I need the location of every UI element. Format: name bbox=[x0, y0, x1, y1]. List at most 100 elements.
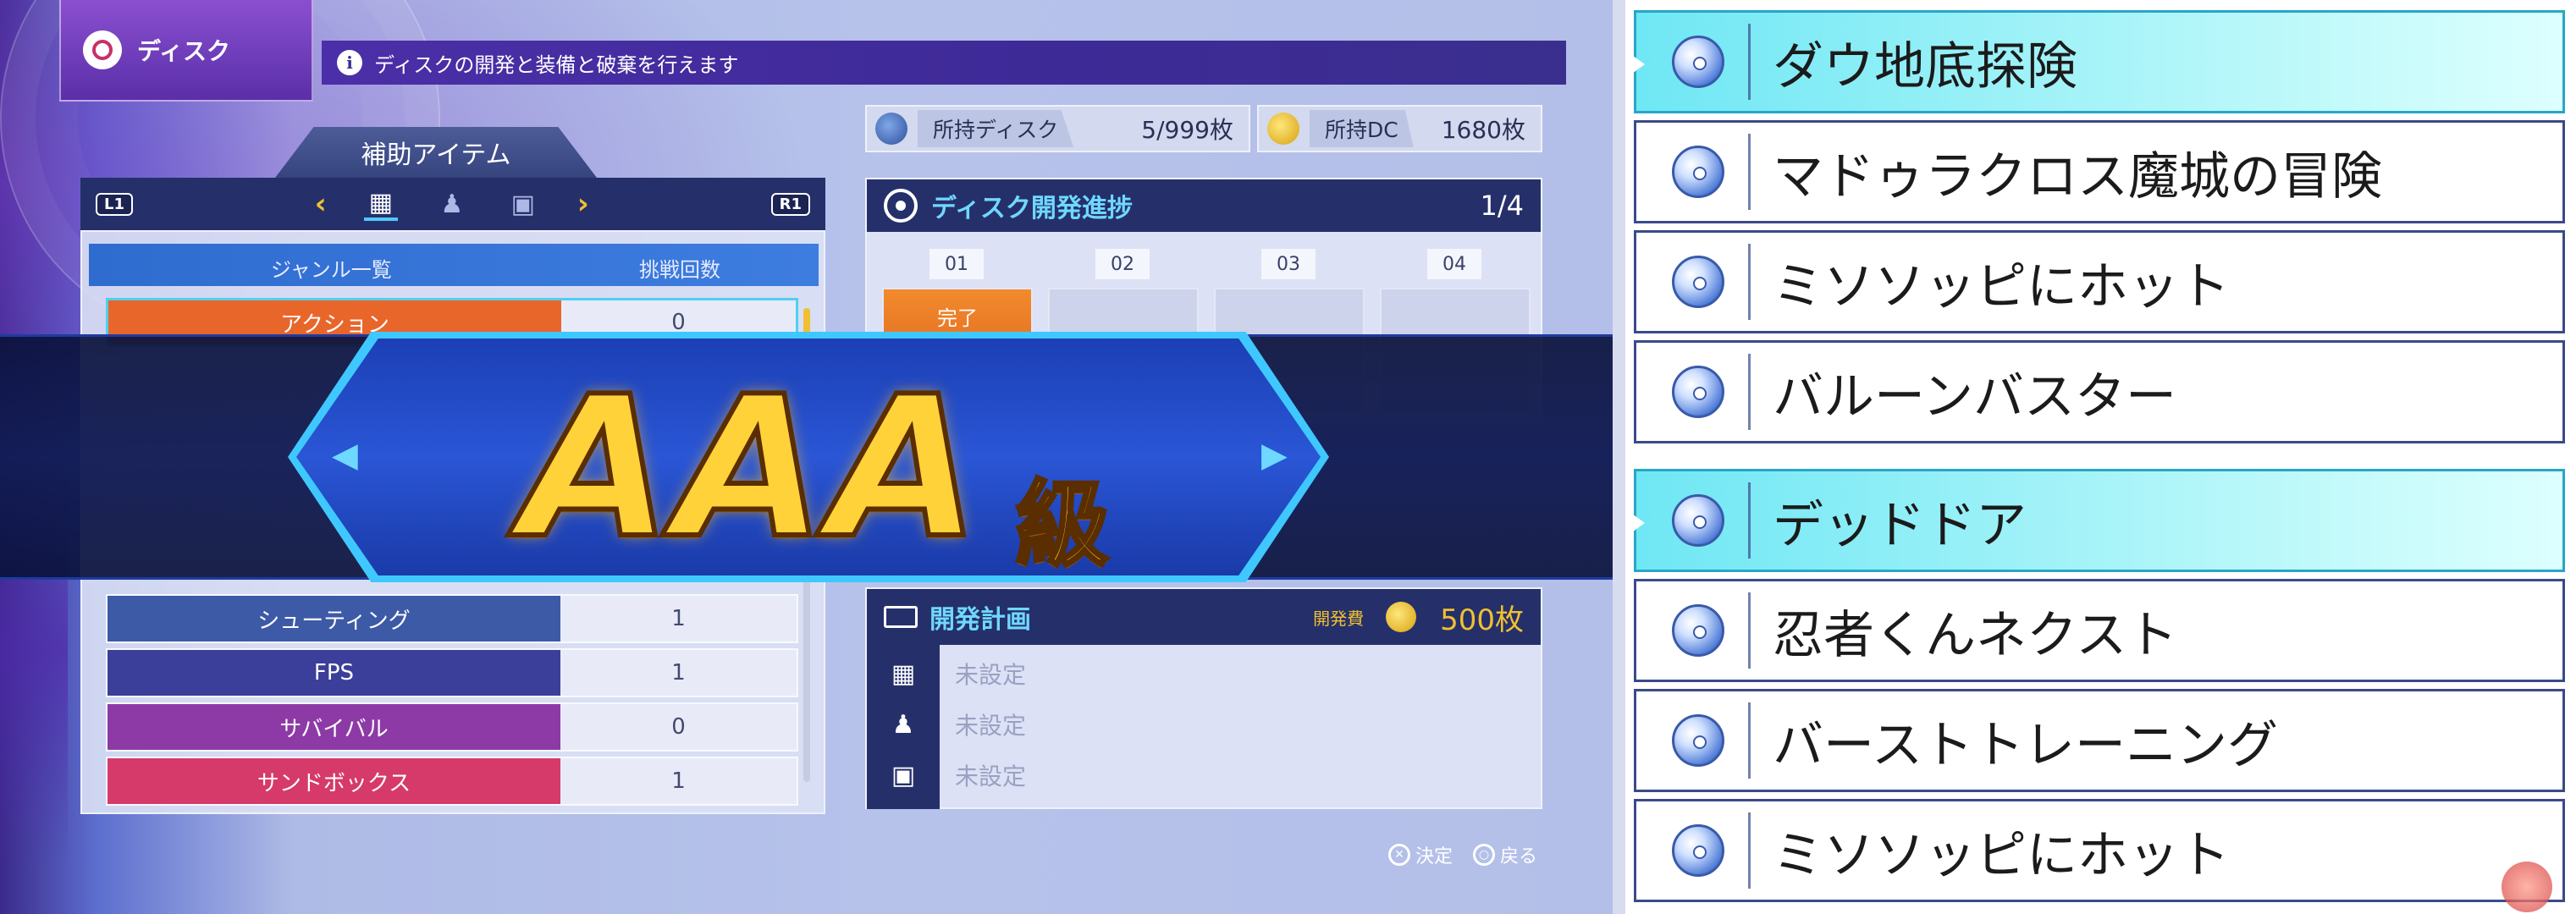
list-nav-bar: L1 ‹ ▦ ♟ ▣ › R1 bbox=[80, 178, 825, 230]
disc-count-counter: 所持ディスク 5/999枚 bbox=[865, 105, 1250, 152]
list-item[interactable]: マドゥラクロス魔城の冒険 bbox=[1634, 120, 2565, 223]
info-text: ディスクの開発と装備と破棄を行えます bbox=[374, 52, 739, 77]
decide-hint[interactable]: ✕ 決定 bbox=[1388, 841, 1453, 868]
divider bbox=[1748, 482, 1751, 559]
selection-pointer-icon bbox=[1630, 512, 1645, 534]
plan-item-value: 未設定 bbox=[955, 763, 1027, 790]
info-bar: i ディスクの開発と装備と破棄を行えます bbox=[322, 41, 1566, 85]
disc-icon bbox=[1672, 714, 1724, 767]
divider bbox=[1748, 134, 1751, 210]
button-hints: ✕ 決定 ○ 戻る bbox=[1388, 841, 1537, 868]
list-item[interactable]: ミソソッピにホット bbox=[1634, 799, 2565, 902]
slot-number: 04 bbox=[1427, 249, 1481, 279]
game-title: ミソソッピにホット bbox=[1773, 825, 2230, 885]
game-title: バルーンバスター bbox=[1773, 366, 2176, 427]
plan-target-row[interactable]: ♟ 未設定 bbox=[867, 699, 1541, 750]
banner-right-arrow-icon: ▶ bbox=[1261, 436, 1288, 475]
disc-coin-icon bbox=[875, 113, 907, 145]
dev-plan-header: 開発計画 開発費 500枚 bbox=[867, 589, 1541, 645]
divider bbox=[1748, 812, 1751, 889]
back-label: 戻る bbox=[1500, 846, 1538, 867]
dc-value: 1680枚 bbox=[1441, 116, 1525, 144]
list-tab-title: 補助アイテム bbox=[275, 127, 597, 178]
disc-icon bbox=[1672, 36, 1724, 88]
count-column-header: 挑戦回数 bbox=[639, 258, 720, 282]
list-item[interactable]: ダウ地底探険 bbox=[1630, 10, 2565, 113]
disc-icon bbox=[1672, 824, 1724, 877]
disc-tab-label: ディスク bbox=[137, 37, 231, 65]
list-item[interactable]: バルーンバスター bbox=[1634, 340, 2565, 443]
list-item[interactable]: バーストトレーニング bbox=[1634, 689, 2565, 792]
disc-menu-tab[interactable]: ディスク bbox=[59, 0, 313, 102]
selection-pointer-icon bbox=[1630, 53, 1645, 75]
disc-icon bbox=[1672, 494, 1724, 547]
game-title: デッドドア bbox=[1773, 495, 2027, 555]
genre-column-header: ジャンル一覧 bbox=[271, 258, 392, 282]
genre-row[interactable]: サバイバル 0 bbox=[106, 702, 798, 752]
site-watermark-logo bbox=[2502, 862, 2552, 912]
box-category-icon[interactable]: ▣ bbox=[506, 187, 540, 221]
divider bbox=[1748, 354, 1751, 430]
genre-list-header: ジャンル一覧 挑戦回数 bbox=[89, 244, 819, 286]
dev-cost-label: 開発費 bbox=[1313, 608, 1365, 629]
disc-icon bbox=[1672, 256, 1724, 308]
disc-icon bbox=[1672, 366, 1724, 418]
plan-list-icon bbox=[884, 606, 918, 628]
game-title: マドゥラクロス魔城の冒険 bbox=[1773, 146, 2382, 206]
cross-button-icon: ✕ bbox=[1388, 844, 1410, 866]
divider bbox=[1748, 24, 1751, 100]
grid-category-icon[interactable]: ▦ bbox=[363, 187, 398, 221]
plan-genre-row[interactable]: ▦ 未設定 bbox=[867, 648, 1541, 699]
slot-number: 02 bbox=[1095, 249, 1150, 279]
plan-item-row[interactable]: ▣ 未設定 bbox=[867, 750, 1541, 801]
disc-count-value: 5/999枚 bbox=[1141, 116, 1233, 144]
dev-progress-count: 1/4 bbox=[1480, 190, 1525, 222]
genre-count: 0 bbox=[671, 714, 686, 740]
person-category-icon[interactable]: ♟ bbox=[435, 187, 469, 221]
game-screen: ディスク i ディスクの開発と装備と破棄を行えます 所持ディスク 5/999枚 … bbox=[0, 0, 1625, 914]
genre-name: FPS bbox=[108, 650, 560, 696]
genre-count: 1 bbox=[671, 660, 686, 686]
divider bbox=[1748, 592, 1751, 669]
dc-counter: 所持DC 1680枚 bbox=[1257, 105, 1542, 152]
game-title: バーストトレーニング bbox=[1773, 715, 2278, 775]
slot-number: 01 bbox=[929, 249, 984, 279]
plan-genre-value: 未設定 bbox=[955, 661, 1027, 689]
dc-label: 所持DC bbox=[1310, 110, 1414, 147]
dev-cost-value: 500枚 bbox=[1440, 603, 1524, 637]
genre-count: 1 bbox=[671, 768, 686, 794]
back-hint[interactable]: ○ 戻る bbox=[1473, 841, 1537, 868]
dev-progress-title: ディスク開発進捗 bbox=[931, 194, 1133, 223]
disc-icon bbox=[83, 30, 122, 69]
game-title-list: ダウ地底探険 マドゥラクロス魔城の冒険 ミソソッピにホット バルーンバスター デ… bbox=[1625, 0, 2576, 914]
list-item[interactable]: 忍者くんネクスト bbox=[1634, 579, 2565, 682]
disc-count-label: 所持ディスク bbox=[918, 110, 1074, 147]
disc-progress-icon bbox=[884, 189, 918, 223]
game-title: 忍者くんネクスト bbox=[1773, 605, 2178, 665]
divider bbox=[1748, 702, 1751, 779]
genre-row[interactable]: シューティング 1 bbox=[106, 594, 798, 643]
game-title: ミソソッピにホット bbox=[1773, 256, 2230, 317]
nav-left-arrow-icon[interactable]: ‹ bbox=[315, 187, 327, 221]
dev-plan-panel: 開発計画 開発費 500枚 ▦ 未設定 ♟ 未設定 ▣ 未設定 bbox=[865, 587, 1542, 809]
decide-label: 決定 bbox=[1415, 846, 1453, 867]
box-category-icon: ▣ bbox=[891, 760, 916, 790]
disc-icon bbox=[1672, 604, 1724, 657]
genre-name: シューティング bbox=[108, 596, 560, 641]
list-item[interactable]: デッドドア bbox=[1630, 469, 2565, 572]
genre-row[interactable]: FPS 1 bbox=[106, 648, 798, 697]
list-item[interactable]: ミソソッピにホット bbox=[1634, 230, 2565, 333]
genre-count: 1 bbox=[671, 606, 686, 631]
nav-right-arrow-icon[interactable]: › bbox=[577, 187, 589, 221]
genre-name: サンドボックス bbox=[108, 758, 560, 804]
banner-left-arrow-icon: ◀ bbox=[332, 436, 358, 475]
grid-category-icon: ▦ bbox=[891, 658, 916, 689]
r1-button[interactable]: R1 bbox=[770, 192, 810, 216]
l1-button[interactable]: L1 bbox=[96, 192, 133, 216]
game-title: ダウ地底探険 bbox=[1773, 36, 2077, 96]
grade-text: AAA bbox=[518, 353, 984, 584]
genre-row[interactable]: サンドボックス 1 bbox=[106, 757, 798, 806]
dc-coin-icon bbox=[1267, 113, 1299, 145]
screen-edge bbox=[1613, 0, 1625, 914]
divider bbox=[1748, 244, 1751, 320]
